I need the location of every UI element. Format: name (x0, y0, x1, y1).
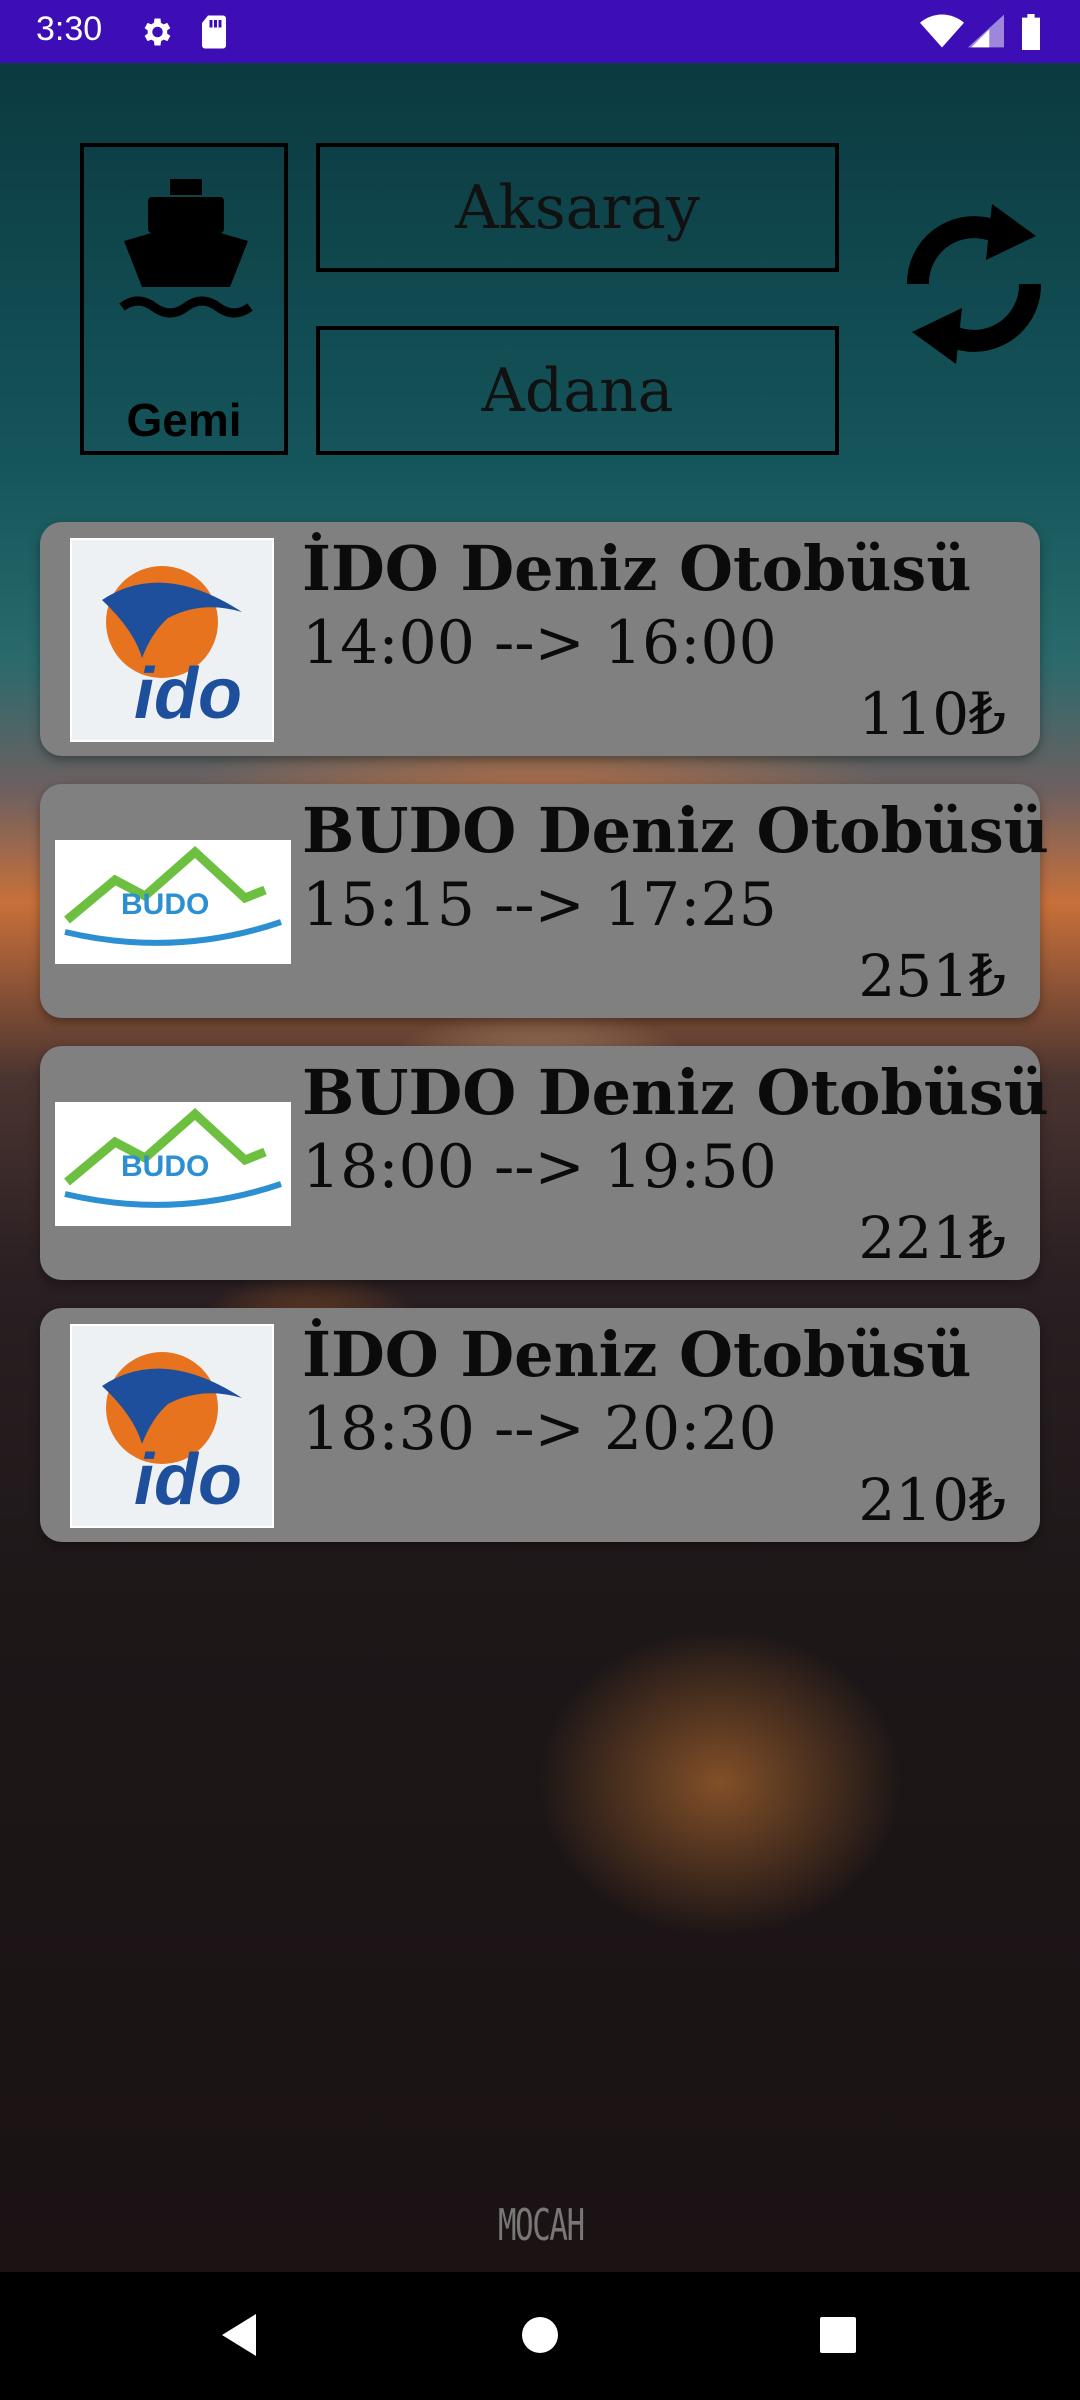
trip-company-name: BUDO Deniz Otobüsü (302, 794, 1049, 867)
ship-icon (118, 177, 254, 332)
navigation-bar (0, 2272, 1080, 2400)
ido-logo: ido (70, 538, 274, 742)
battery-icon (1020, 14, 1042, 55)
trip-company-name: BUDO Deniz Otobüsü (302, 1056, 1049, 1129)
arrival-city-field[interactable]: Adana (316, 326, 839, 455)
transport-mode-label: Gemi (126, 394, 242, 446)
status-bar: 3:30 (0, 0, 1080, 63)
budo-logo: BUDO (55, 1102, 291, 1226)
trip-card[interactable]: BUDO BUDO Deniz Otobüsü 18:00 --> 19:50 … (40, 1046, 1049, 1280)
trip-price: 221₺ (858, 1204, 1006, 1272)
transport-mode-button[interactable]: Gemi (80, 143, 288, 455)
gear-icon (138, 14, 174, 55)
departure-city-field[interactable]: Aksaray (316, 143, 839, 272)
trip-price: 110₺ (858, 680, 1006, 748)
ido-logo-text: ido (134, 1440, 242, 1520)
ido-logo: ido (70, 1324, 274, 1528)
trip-card[interactable]: BUDO BUDO Deniz Otobüsü 15:15 --> 17:25 … (40, 784, 1049, 1018)
trip-card[interactable]: ido İDO Deniz Otobüsü 14:00 --> 16:00 11… (40, 522, 1040, 756)
signal-icon (968, 14, 1004, 53)
ido-logo-text: ido (134, 654, 242, 734)
trip-price: 251₺ (858, 942, 1006, 1010)
trip-company-name: İDO Deniz Otobüsü (302, 1318, 972, 1391)
budo-logo: BUDO (55, 840, 291, 964)
trip-time: 15:15 --> 17:25 (302, 870, 777, 940)
sd-card-icon (198, 14, 230, 55)
recents-icon[interactable] (816, 2310, 860, 2365)
budo-logo-text: BUDO (121, 888, 209, 921)
trip-time: 18:30 --> 20:20 (302, 1394, 777, 1464)
budo-logo-text: BUDO (121, 1150, 209, 1183)
refresh-icon[interactable] (900, 190, 1048, 383)
background-watermark: MOCAH (498, 2200, 585, 2251)
trip-card[interactable]: ido İDO Deniz Otobüsü 18:30 --> 20:20 21… (40, 1308, 1040, 1542)
trip-price: 210₺ (858, 1466, 1006, 1534)
home-icon[interactable] (518, 2310, 562, 2365)
trip-time: 18:00 --> 19:50 (302, 1132, 777, 1202)
wifi-icon (920, 14, 964, 53)
trip-company-name: İDO Deniz Otobüsü (302, 532, 972, 605)
trip-time: 14:00 --> 16:00 (302, 608, 777, 678)
status-time: 3:30 (36, 10, 103, 48)
back-icon[interactable] (216, 2310, 260, 2365)
